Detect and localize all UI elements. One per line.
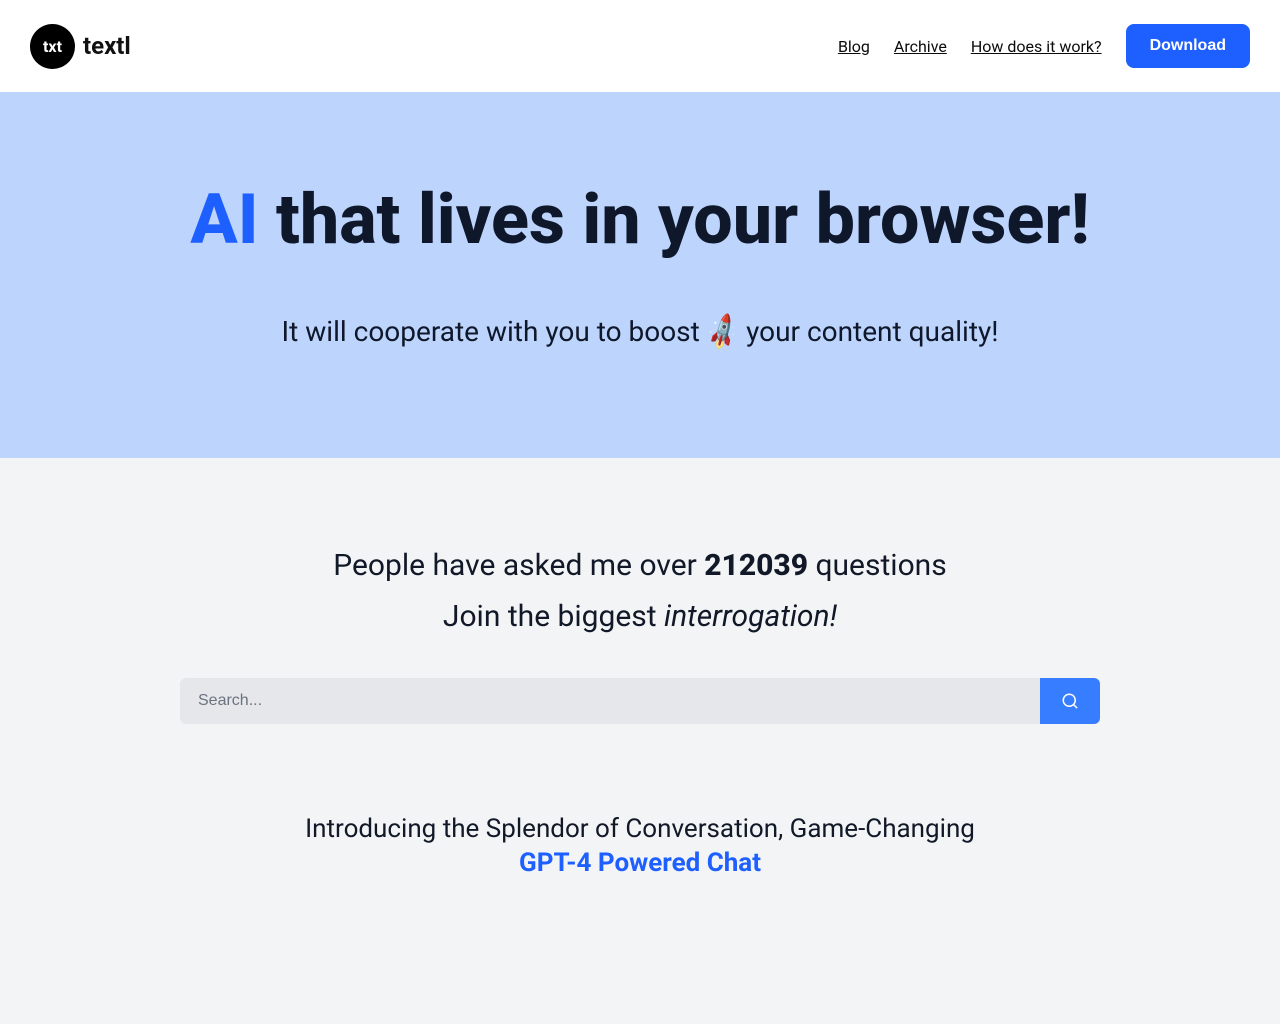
logo-icon: txt bbox=[30, 24, 75, 69]
search-input[interactable] bbox=[180, 678, 1040, 724]
hero-title-rest: that lives in your browser! bbox=[259, 179, 1090, 261]
logo[interactable]: txt textl bbox=[30, 24, 131, 69]
join-italic: interrogation! bbox=[664, 599, 837, 634]
search-button[interactable] bbox=[1040, 678, 1100, 724]
logo-icon-text: txt bbox=[43, 37, 62, 56]
join-before: Join the biggest bbox=[443, 599, 664, 634]
content: People have asked me over 212039 questio… bbox=[0, 458, 1280, 938]
gpt-line: GPT-4 Powered Chat bbox=[30, 848, 1250, 878]
hero: AI that lives in your browser! It will c… bbox=[0, 92, 1280, 458]
nav-link-how[interactable]: How does it work? bbox=[971, 37, 1102, 56]
header: txt textl Blog Archive How does it work?… bbox=[0, 0, 1280, 92]
hero-title-ai: AI bbox=[190, 179, 258, 261]
join-line: Join the biggest interrogation! bbox=[30, 599, 1250, 634]
stats-number: 212039 bbox=[704, 548, 808, 583]
stats-after: questions bbox=[808, 548, 947, 583]
nav-link-archive[interactable]: Archive bbox=[894, 37, 947, 56]
search-icon bbox=[1061, 692, 1079, 710]
hero-subtitle: It will cooperate with you to boost 🚀 yo… bbox=[30, 315, 1250, 348]
nav: Blog Archive How does it work? Download bbox=[838, 24, 1250, 68]
intro-line: Introducing the Splendor of Conversation… bbox=[30, 814, 1250, 844]
hero-subtitle-before: It will cooperate with you to boost bbox=[282, 315, 707, 348]
hero-title: AI that lives in your browser! bbox=[30, 182, 1250, 259]
download-button[interactable]: Download bbox=[1126, 24, 1250, 68]
stats-before: People have asked me over bbox=[333, 548, 704, 583]
nav-link-blog[interactable]: Blog bbox=[838, 37, 870, 56]
search-container bbox=[30, 678, 1250, 724]
stats-line: People have asked me over 212039 questio… bbox=[30, 548, 1250, 583]
hero-subtitle-after: your content quality! bbox=[739, 315, 998, 348]
logo-text: textl bbox=[83, 32, 131, 60]
rocket-icon: 🚀 bbox=[701, 312, 744, 354]
